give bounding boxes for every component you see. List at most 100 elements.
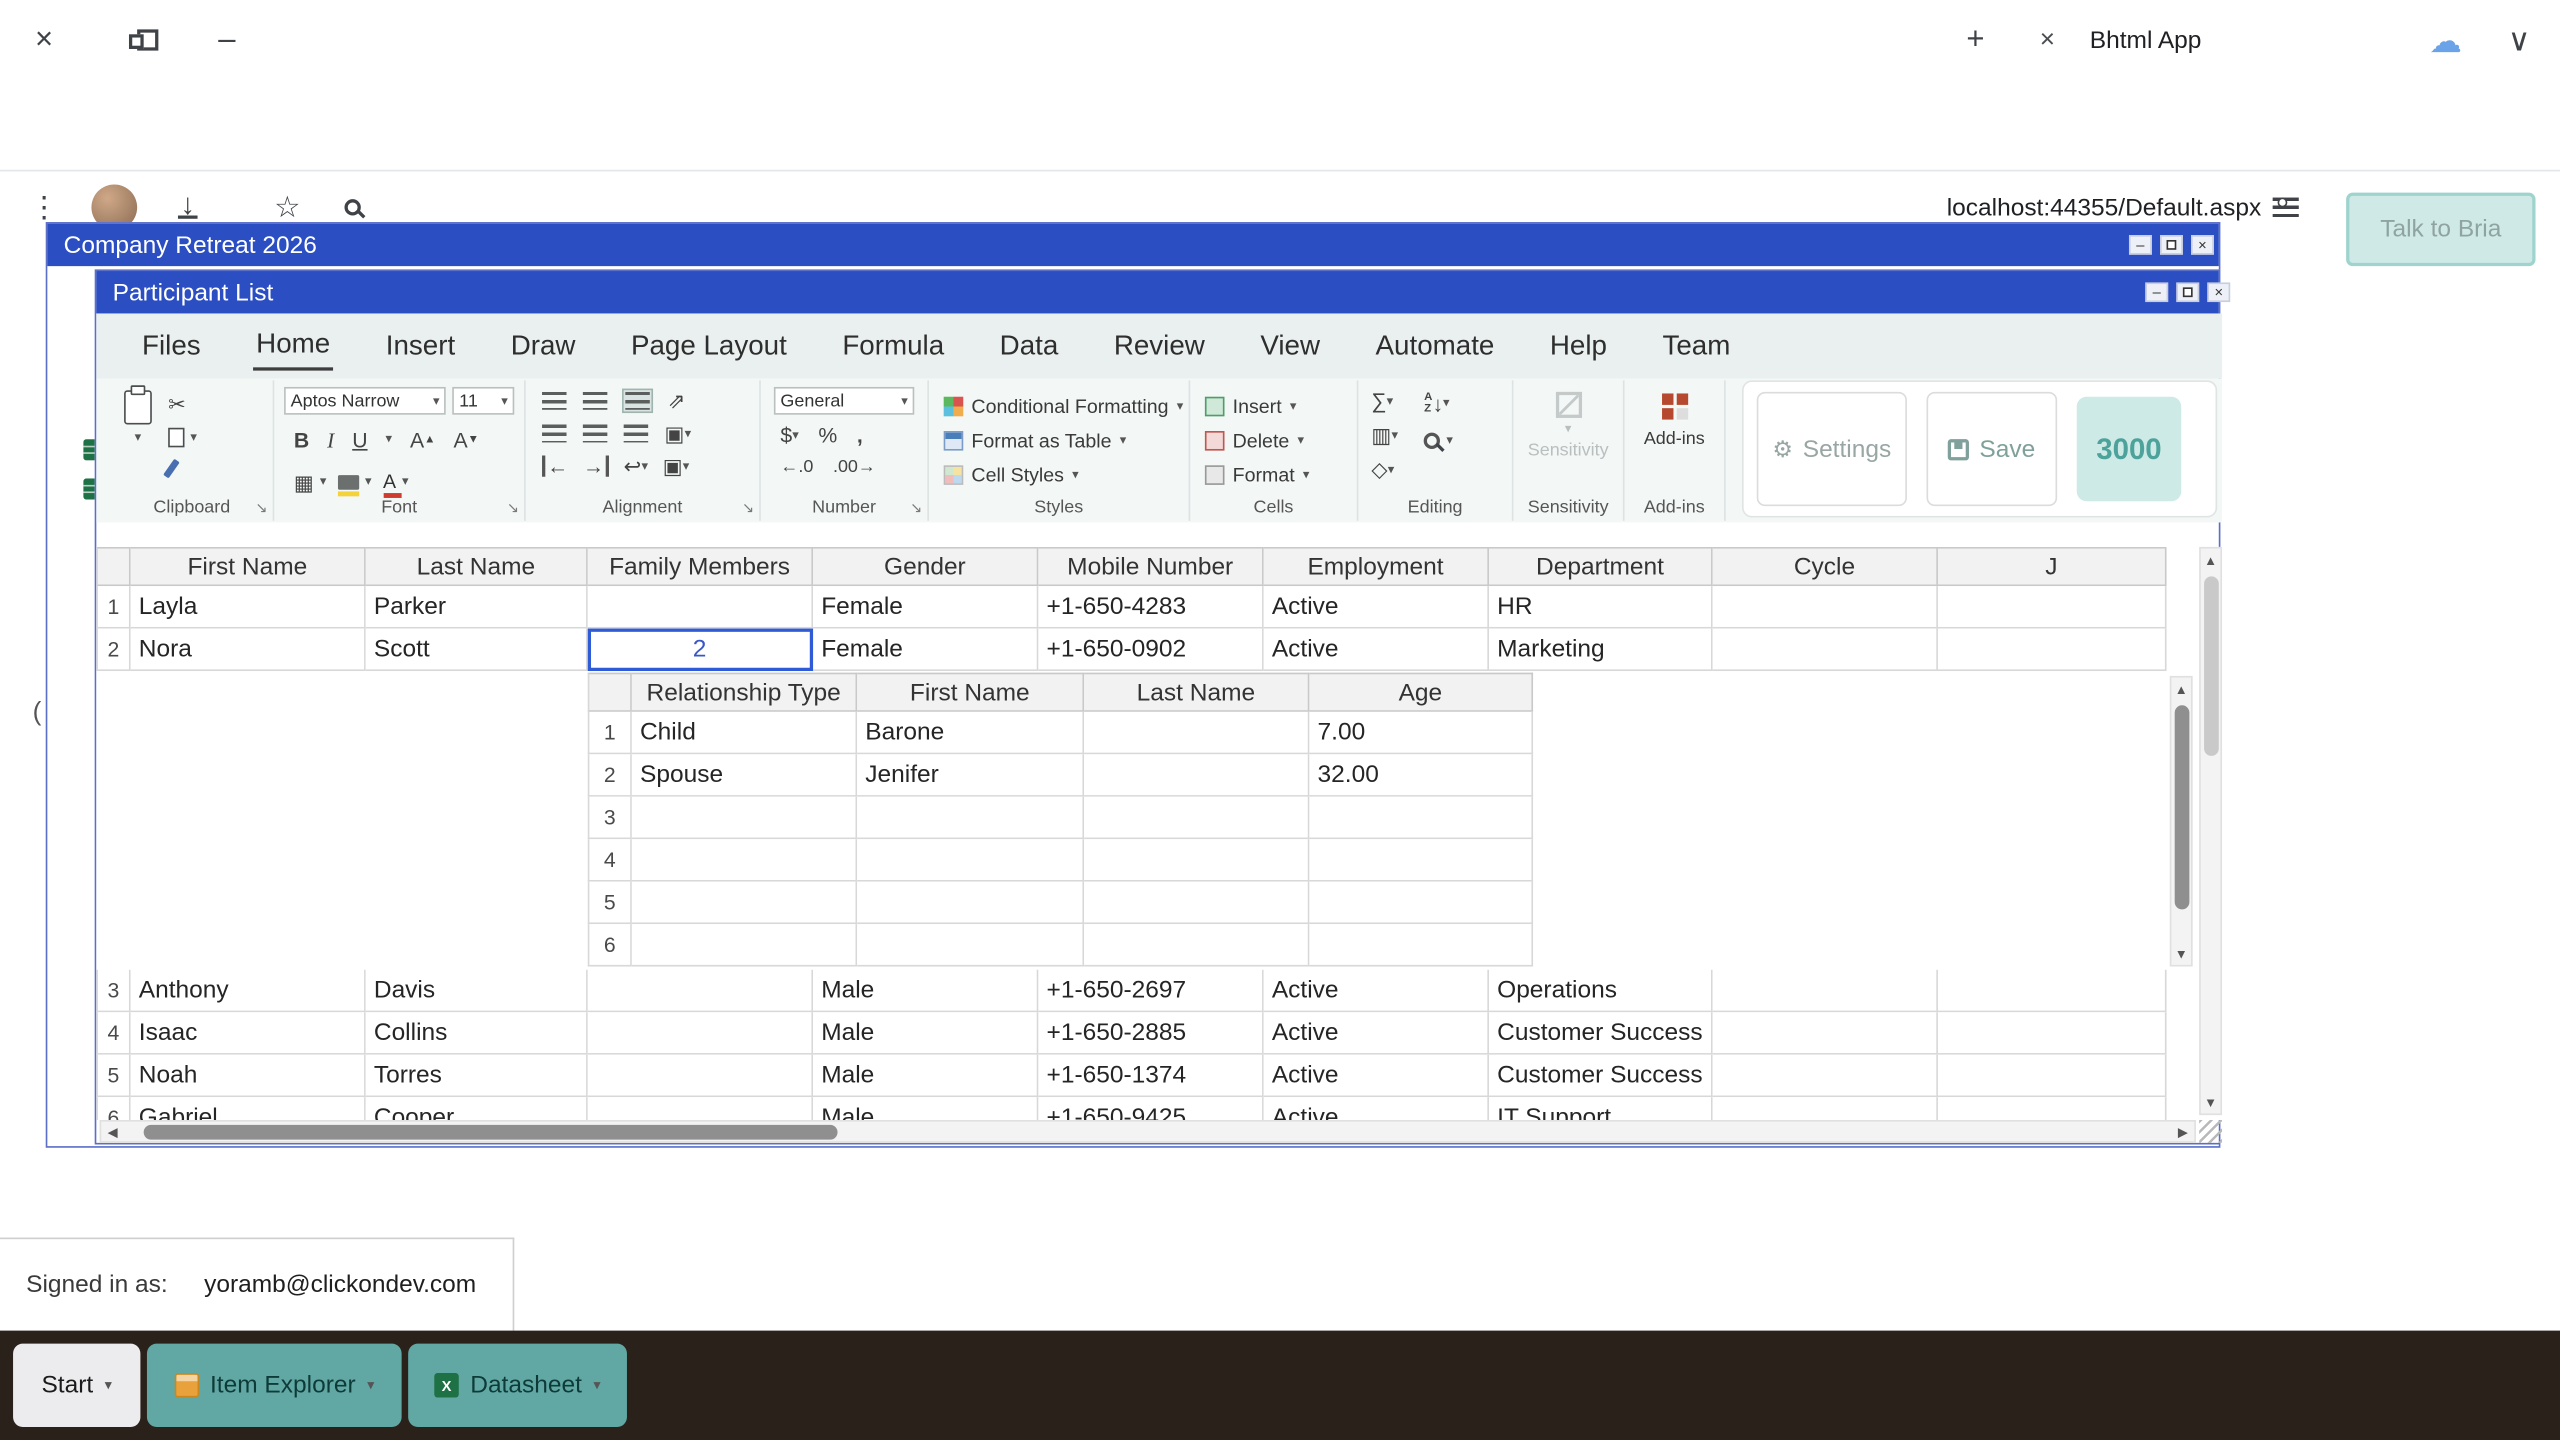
row-header[interactable]: 5 bbox=[96, 1054, 131, 1098]
nested-scroll-thumb[interactable] bbox=[2174, 705, 2190, 910]
grid-cell[interactable]: Torres bbox=[365, 1054, 588, 1098]
grid-cell[interactable]: 7.00 bbox=[1309, 711, 1534, 755]
column-header[interactable]: J bbox=[1937, 546, 2167, 587]
grid-cell[interactable] bbox=[1084, 881, 1310, 925]
grid-cell[interactable] bbox=[857, 839, 1085, 882]
inner-minimize-icon[interactable]: – bbox=[2145, 282, 2169, 303]
resize-gripper[interactable] bbox=[2199, 1120, 2223, 1143]
bold-button[interactable]: B bbox=[294, 429, 309, 450]
grid-cell[interactable]: Male bbox=[813, 1097, 1039, 1120]
grid-cell[interactable] bbox=[587, 1097, 814, 1120]
grid-cell[interactable] bbox=[1937, 586, 2167, 629]
grid-cell[interactable] bbox=[1309, 881, 1534, 925]
column-header[interactable]: Gender bbox=[813, 546, 1039, 587]
grid-cell[interactable] bbox=[1309, 796, 1534, 840]
grid-cell[interactable]: HR bbox=[1488, 586, 1713, 629]
grid-cell[interactable]: Jenifer bbox=[857, 754, 1085, 797]
grid-cell[interactable] bbox=[857, 881, 1085, 925]
autosum-icon[interactable]: ∑ ▾ bbox=[1371, 390, 1398, 411]
align-right-icon[interactable] bbox=[623, 424, 649, 443]
tab-close-icon[interactable]: × bbox=[2040, 26, 2055, 55]
grid-cell[interactable] bbox=[1309, 924, 1534, 967]
clear-icon[interactable]: ◇ ▾ bbox=[1371, 459, 1398, 480]
ribbon-tab-formula[interactable]: Formula bbox=[839, 323, 947, 369]
grid-cell[interactable]: Active bbox=[1263, 1097, 1489, 1120]
grid-cell[interactable] bbox=[1937, 628, 2167, 672]
settings-button[interactable]: ⚙ Settings bbox=[1756, 391, 1907, 507]
grid-cell[interactable]: Nora bbox=[130, 628, 366, 672]
outer-titlebar[interactable]: Company Retreat 2026 bbox=[47, 223, 2219, 267]
ribbon-tab-help[interactable]: Help bbox=[1547, 323, 1611, 369]
grid-cell[interactable] bbox=[1937, 1012, 2167, 1055]
row-header[interactable]: 6 bbox=[96, 1097, 131, 1120]
orientation-icon[interactable]: ⇗ bbox=[668, 390, 686, 411]
find-select-icon[interactable]: ▾ bbox=[1424, 429, 1453, 450]
grid-cell[interactable] bbox=[1084, 924, 1310, 967]
borders-icon[interactable]: ▦ ▾ bbox=[294, 471, 327, 492]
grid-cell[interactable] bbox=[587, 969, 814, 1013]
row-header[interactable]: 3 bbox=[587, 796, 632, 840]
sort-filter-icon[interactable]: A Z ↓ ▾ bbox=[1424, 392, 1453, 415]
grid-cell[interactable] bbox=[1084, 711, 1310, 755]
grid-cell[interactable] bbox=[587, 1054, 814, 1098]
grid-cell[interactable]: +1-650-2885 bbox=[1038, 1012, 1264, 1055]
grid-cell[interactable]: Gabriel bbox=[130, 1097, 366, 1120]
fill-down-icon[interactable]: ▥ ▾ bbox=[1371, 424, 1398, 445]
row-header[interactable]: 1 bbox=[96, 586, 131, 629]
outer-close-icon[interactable]: × bbox=[2191, 235, 2214, 255]
main-scroll-thumb[interactable] bbox=[2204, 576, 2219, 756]
grid-cell[interactable]: Noah bbox=[130, 1054, 366, 1098]
grid-cell[interactable]: +1-650-9425 bbox=[1038, 1097, 1264, 1120]
font-name-combo[interactable]: Aptos Narrow ▾ bbox=[284, 386, 447, 415]
underline-button[interactable]: U bbox=[352, 429, 367, 450]
tab-title[interactable]: Bhtml App bbox=[2090, 27, 2202, 55]
align-top-icon[interactable] bbox=[542, 391, 567, 410]
grid-cell[interactable]: Cooper bbox=[365, 1097, 588, 1120]
grid-cell[interactable] bbox=[587, 1012, 814, 1055]
column-header[interactable]: Last Name bbox=[365, 546, 588, 587]
grid-cell[interactable]: Female bbox=[813, 586, 1039, 629]
talk-to-bria-button[interactable]: Talk to Bria bbox=[2346, 192, 2536, 267]
grid-cell[interactable]: Active bbox=[1263, 628, 1489, 672]
grid-cell[interactable]: Child bbox=[631, 711, 858, 755]
ribbon-tab-data[interactable]: Data bbox=[996, 323, 1061, 369]
column-header[interactable] bbox=[96, 546, 131, 587]
grid-cell[interactable]: +1-650-2697 bbox=[1038, 969, 1264, 1013]
outer-restore-icon[interactable] bbox=[2160, 235, 2183, 255]
scroll-right-icon[interactable]: ▶ bbox=[2173, 1122, 2193, 1142]
grid-cell[interactable]: 2 bbox=[587, 628, 814, 672]
grid-cell[interactable]: Davis bbox=[365, 969, 588, 1013]
grid-cell[interactable]: Active bbox=[1263, 969, 1489, 1013]
column-header[interactable]: Family Members bbox=[587, 546, 814, 587]
grid-cell[interactable]: Parker bbox=[365, 586, 588, 629]
ribbon-tab-insert[interactable]: Insert bbox=[382, 323, 458, 369]
ribbon-tab-view[interactable]: View bbox=[1257, 323, 1323, 369]
styles-button-conditional-formatting[interactable]: Conditional Formatting ▾ bbox=[943, 389, 1189, 423]
grid-cell[interactable]: Male bbox=[813, 969, 1039, 1013]
grid-cell[interactable] bbox=[1712, 1012, 1938, 1055]
grid-cell[interactable]: +1-650-4283 bbox=[1038, 586, 1264, 629]
grid-cell[interactable] bbox=[1712, 1054, 1938, 1098]
column-header[interactable]: Relationship Type bbox=[631, 672, 858, 712]
alignment-dialog-launcher-icon[interactable]: ↘ bbox=[742, 500, 754, 518]
paste-button[interactable]: ▾ bbox=[124, 385, 152, 478]
outer-minimize-icon[interactable]: – bbox=[2128, 235, 2152, 255]
grid-cell[interactable] bbox=[1084, 754, 1310, 797]
save-button[interactable]: Save bbox=[1926, 391, 2058, 507]
cloud-sync-icon[interactable]: ☁ bbox=[2421, 16, 2470, 65]
sensitivity-button[interactable]: ▾ Sensitivity bbox=[1513, 380, 1622, 460]
grid-cell[interactable] bbox=[857, 796, 1085, 840]
grid-cell[interactable]: Marketing bbox=[1488, 628, 1713, 672]
styles-button-format-as-table[interactable]: Format as Table ▾ bbox=[943, 423, 1189, 457]
grid-cell[interactable]: Male bbox=[813, 1054, 1039, 1098]
grid-cell[interactable] bbox=[1309, 839, 1534, 882]
scroll-up-icon[interactable]: ▲ bbox=[2171, 679, 2191, 699]
inner-close-icon[interactable]: × bbox=[2207, 282, 2231, 303]
grid-cell[interactable] bbox=[1712, 1097, 1938, 1120]
align-bottom-icon[interactable] bbox=[622, 388, 654, 414]
percent-icon[interactable]: % bbox=[818, 424, 837, 445]
ribbon-tab-files[interactable]: Files bbox=[139, 323, 204, 369]
row-header[interactable]: 4 bbox=[96, 1012, 131, 1055]
column-header[interactable]: First Name bbox=[857, 672, 1085, 712]
column-header[interactable] bbox=[587, 672, 632, 712]
